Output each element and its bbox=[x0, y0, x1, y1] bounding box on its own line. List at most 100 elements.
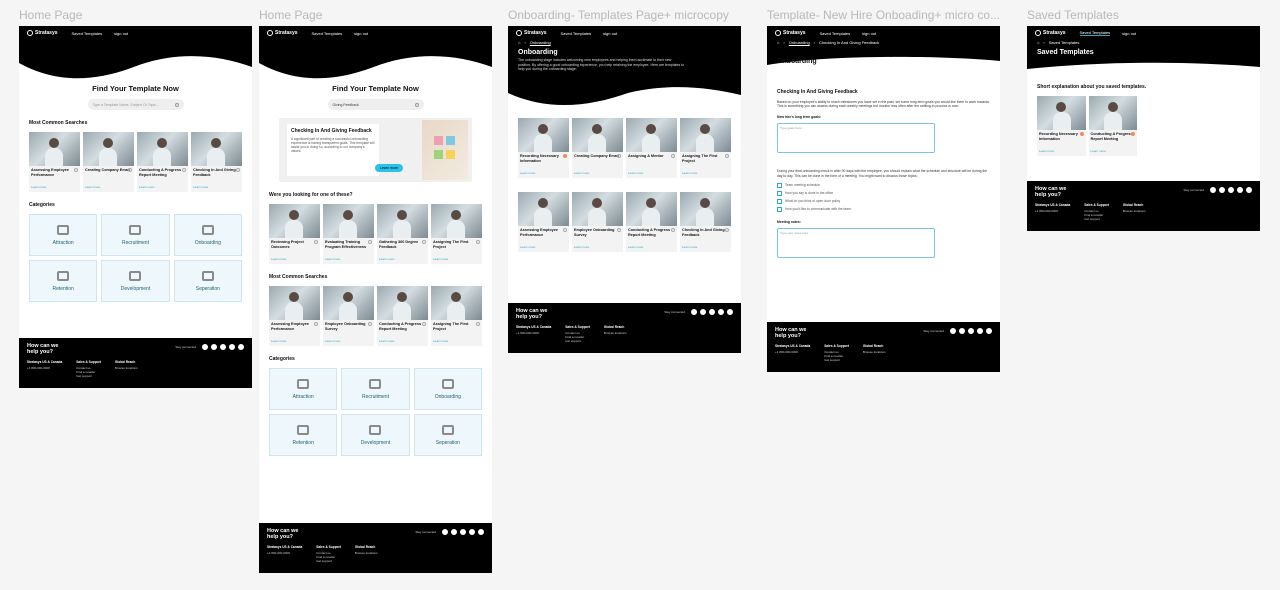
template-card[interactable]: Checking In And Giving Feedback Learn mor… bbox=[680, 192, 731, 252]
category-development[interactable]: Development bbox=[101, 260, 170, 302]
template-card[interactable]: Assigning A Mentor Learn more bbox=[626, 118, 677, 178]
category-recruitment[interactable]: Recruitment bbox=[341, 368, 410, 410]
brand-logo[interactable]: Stratasys bbox=[1035, 30, 1066, 36]
template-card[interactable]: Assigning The First Project Learn more bbox=[431, 286, 482, 346]
goals-textarea[interactable]: Type goals here... bbox=[777, 123, 935, 154]
people-icon bbox=[441, 378, 455, 390]
template-card[interactable]: Gathering 360 Degree Feedback Learn more bbox=[377, 204, 428, 264]
template-card[interactable]: Creating Company Email Learn more bbox=[83, 132, 134, 192]
template-card[interactable]: Assessing Employee Performance Learn more bbox=[269, 286, 320, 346]
linkedin-icon[interactable] bbox=[986, 328, 992, 334]
x-icon[interactable] bbox=[709, 309, 715, 315]
template-card[interactable]: Employee Onboarding Survey Learn more bbox=[323, 286, 374, 346]
search-icon[interactable] bbox=[414, 102, 419, 107]
instagram-icon[interactable] bbox=[718, 309, 724, 315]
search-icon[interactable] bbox=[174, 102, 179, 107]
brand-logo[interactable]: Stratasys bbox=[516, 30, 547, 36]
template-card[interactable]: Assessing Employee Performance Learn more bbox=[29, 132, 80, 192]
youtube-icon[interactable] bbox=[959, 328, 965, 334]
instagram-icon[interactable] bbox=[1237, 187, 1243, 193]
featured-template[interactable]: Checking In And Giving Feedback A signifi… bbox=[279, 118, 472, 182]
checkbox-item[interactable]: How you say is done in the office bbox=[777, 190, 990, 196]
template-card[interactable]: Conducting A Progress Report Meeting Lear… bbox=[377, 286, 428, 346]
template-heading: Checking In And Giving Feedback bbox=[777, 89, 858, 95]
facebook-icon[interactable] bbox=[950, 328, 956, 334]
template-card[interactable]: Evaluating Training Program Effectivenes… bbox=[323, 204, 374, 264]
category-attraction[interactable]: Attraction bbox=[269, 368, 338, 410]
template-card[interactable]: Reviewing Project Outcomes Learn more bbox=[269, 204, 320, 264]
category-attraction[interactable]: Attraction bbox=[29, 214, 98, 256]
saved-templates-link[interactable]: Saved Templates bbox=[312, 31, 343, 36]
home-icon[interactable]: ⌂ bbox=[777, 40, 779, 45]
linkedin-icon[interactable] bbox=[1246, 187, 1252, 193]
saved-templates-link[interactable]: Saved Templates bbox=[1079, 30, 1111, 36]
category-recruitment[interactable]: Recruitment bbox=[101, 214, 170, 256]
category-development[interactable]: Development bbox=[341, 414, 410, 456]
search-input[interactable]: Type a Template Name, Subject Or Topic..… bbox=[87, 99, 184, 110]
x-icon[interactable] bbox=[460, 529, 466, 535]
brand-logo[interactable]: Stratasys bbox=[27, 30, 58, 36]
signout-link[interactable]: sign out bbox=[114, 31, 128, 36]
facebook-icon[interactable] bbox=[691, 309, 697, 315]
brand-logo[interactable]: Stratasys bbox=[775, 30, 806, 36]
youtube-icon[interactable] bbox=[700, 309, 706, 315]
section-heading: Most Common Searches bbox=[29, 120, 88, 126]
section-heading: Were you looking for one of these? bbox=[269, 192, 353, 198]
category-seperation[interactable]: Seperation bbox=[413, 414, 482, 456]
template-card[interactable]: Employee Onboarding Survey Learn more bbox=[572, 192, 623, 252]
saved-template-card[interactable]: Conducting A Progress Report Meeting Lear… bbox=[1088, 96, 1137, 156]
instagram-icon[interactable] bbox=[469, 529, 475, 535]
learn-more-button[interactable]: Learn more bbox=[375, 164, 403, 172]
template-card[interactable]: Assigning The First Project Learn more bbox=[431, 204, 482, 264]
checkbox-item[interactable]: How you'd like to communicate with the t… bbox=[777, 206, 990, 212]
youtube-icon[interactable] bbox=[211, 344, 217, 350]
category-retention[interactable]: Retention bbox=[29, 260, 98, 302]
brand-logo[interactable]: Stratasys bbox=[267, 30, 298, 36]
category-seperation[interactable]: Seperation bbox=[173, 260, 242, 302]
template-card[interactable]: Conducting A Progress Report Meeting Lear… bbox=[626, 192, 677, 252]
x-icon[interactable] bbox=[1228, 187, 1234, 193]
saved-templates-link[interactable]: Saved Templates bbox=[820, 31, 851, 36]
linkedin-icon[interactable] bbox=[478, 529, 484, 535]
template-card[interactable]: Checking In And Giving Feedback Learn mor… bbox=[191, 132, 242, 192]
facebook-icon[interactable] bbox=[442, 529, 448, 535]
instagram-icon[interactable] bbox=[229, 344, 235, 350]
template-card[interactable]: Creating Company Email Learn more bbox=[572, 118, 623, 178]
saved-template-card[interactable]: Recording Necessary Information Learn mor… bbox=[1037, 96, 1086, 156]
linkedin-icon[interactable] bbox=[238, 344, 244, 350]
youtube-icon[interactable] bbox=[451, 529, 457, 535]
template-card[interactable]: Assessing Employee Performance Learn more bbox=[518, 192, 569, 252]
signout-link[interactable]: sign out bbox=[603, 31, 617, 36]
category-onboarding[interactable]: Onboarding bbox=[173, 214, 242, 256]
frame-label: Home Page bbox=[19, 8, 83, 22]
checkbox-item[interactable]: What do you think of open door policy bbox=[777, 198, 990, 204]
template-card[interactable]: Assigning The First Project Learn more bbox=[680, 118, 731, 178]
saved-templates-link[interactable]: Saved Templates bbox=[561, 31, 592, 36]
linkedin-icon[interactable] bbox=[727, 309, 733, 315]
youtube-icon[interactable] bbox=[1219, 187, 1225, 193]
template-card[interactable]: Recording Necessary Information Learn mor… bbox=[518, 118, 569, 178]
card-image bbox=[191, 132, 242, 166]
signout-link[interactable]: sign out bbox=[354, 31, 368, 36]
signout-link[interactable]: sign out bbox=[862, 31, 876, 36]
saved-templates-link[interactable]: Saved Templates bbox=[72, 31, 103, 36]
card-image bbox=[29, 132, 80, 166]
breadcrumb[interactable]: Onboarding bbox=[789, 40, 810, 45]
instagram-icon[interactable] bbox=[977, 328, 983, 334]
search-input[interactable]: Giving Feedback bbox=[327, 99, 424, 110]
growth-chart-icon bbox=[368, 424, 382, 436]
signout-link[interactable]: sign out bbox=[1122, 31, 1136, 36]
x-icon[interactable] bbox=[220, 344, 226, 350]
checkbox-item[interactable]: Team meeting schedule bbox=[777, 182, 990, 188]
page-title: Saved Templates bbox=[1037, 49, 1094, 56]
category-onboarding[interactable]: Onboarding bbox=[413, 368, 482, 410]
page-title: Onboarding bbox=[518, 49, 558, 56]
section-subtitle: Short explanation about you saved templa… bbox=[1037, 84, 1147, 90]
meeting-notes-textarea[interactable]: Type your notes here... bbox=[777, 227, 935, 258]
facebook-icon[interactable] bbox=[202, 344, 208, 350]
category-retention[interactable]: Retention bbox=[269, 414, 338, 456]
facebook-icon[interactable] bbox=[1210, 187, 1216, 193]
template-card[interactable]: Conducting A Progress Report Meeting Lear… bbox=[137, 132, 188, 192]
x-icon[interactable] bbox=[968, 328, 974, 334]
handshake-icon bbox=[368, 378, 382, 390]
